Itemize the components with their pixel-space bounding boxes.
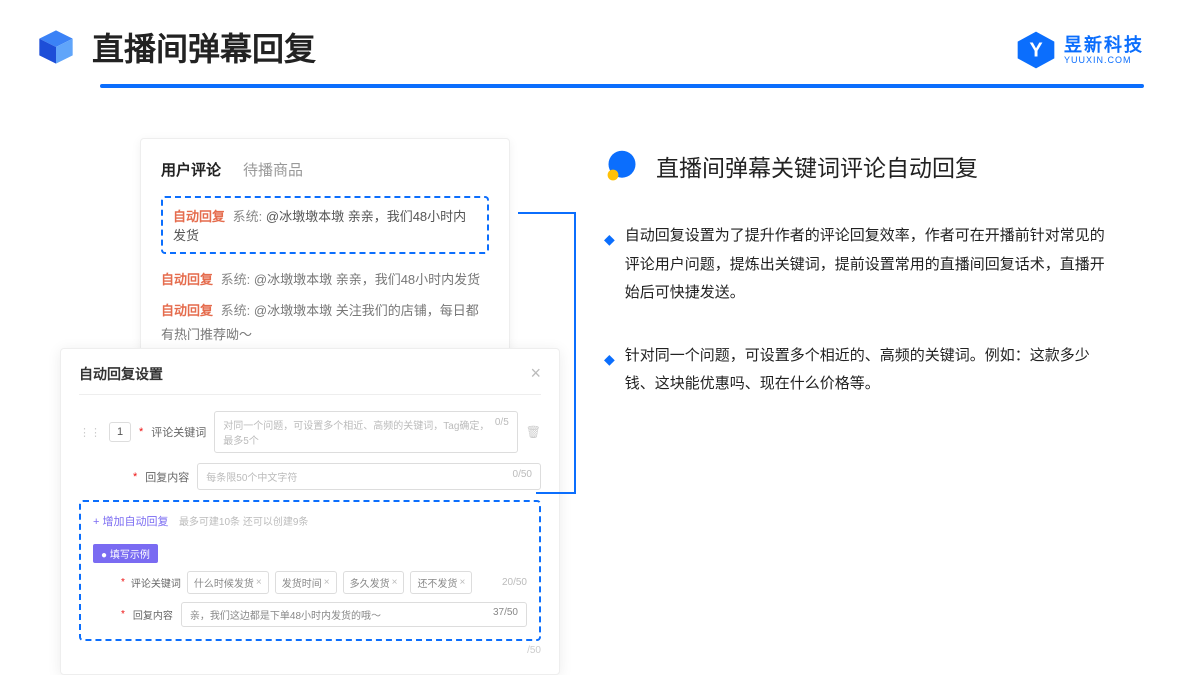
system-tag: 系统: bbox=[221, 303, 251, 318]
brand-name: 昱新科技 bbox=[1064, 36, 1144, 54]
tab-user-comments[interactable]: 用户评论 bbox=[161, 159, 221, 180]
connector-line bbox=[518, 212, 576, 492]
add-rule-link[interactable]: + 增加自动回复 bbox=[93, 516, 168, 528]
page-title: 直播间弹幕回复 bbox=[92, 24, 316, 70]
keyword-chip[interactable]: 多久发货× bbox=[343, 571, 405, 594]
diamond-icon: ◆ bbox=[604, 226, 615, 308]
chat-bubble-icon bbox=[604, 148, 640, 184]
comment-text: @冰墩墩本墩 亲亲，我们48小时内发货 bbox=[254, 272, 480, 287]
svg-text:Y: Y bbox=[1029, 40, 1043, 62]
example-reply-input[interactable]: 亲，我们这边都是下单48小时内发货的哦～37/50 bbox=[181, 602, 527, 627]
comment-item: 自动回复 系统: @冰墩墩本墩 亲亲，我们48小时内发货 bbox=[161, 268, 489, 293]
auto-reply-tag: 自动回复 bbox=[161, 303, 213, 318]
rule-limit-hint: 最多可建10条 还可以创建9条 bbox=[179, 517, 308, 528]
section-title: 直播间弹幕关键词评论自动回复 bbox=[656, 149, 978, 183]
chip-count: 20/50 bbox=[502, 577, 527, 588]
example-reply-label: 回复内容 bbox=[133, 607, 173, 622]
brand-url: YUUXIN.COM bbox=[1064, 56, 1144, 65]
char-limit: /50 bbox=[79, 645, 541, 656]
keyword-label: 评论关键词 bbox=[151, 424, 206, 440]
auto-reply-tag: 自动回复 bbox=[173, 209, 225, 224]
brand-logo: Y 昱新科技 YUUXIN.COM bbox=[1016, 30, 1144, 70]
bullet-point: ◆ 自动回复设置为了提升作者的评论回复效率，作者可在开播前针对常见的评论用户问题… bbox=[604, 222, 1114, 308]
keyword-chip[interactable]: 还不发货× bbox=[410, 571, 472, 594]
reply-label: 回复内容 bbox=[145, 469, 189, 485]
bullet-point: ◆ 针对同一个问题，可设置多个相近的、高频的关键词。例如：这款多少钱、这块能优惠… bbox=[604, 342, 1114, 399]
reply-input[interactable]: 每条限50个中文字符0/50 bbox=[197, 463, 541, 490]
diamond-icon: ◆ bbox=[604, 346, 615, 399]
keyword-chip[interactable]: 发货时间× bbox=[275, 571, 337, 594]
comment-item: 自动回复 系统: @冰墩墩本墩 关注我们的店铺，每日都有热门推荐呦～ bbox=[161, 299, 489, 348]
auto-reply-tag: 自动回复 bbox=[161, 272, 213, 287]
connector-line bbox=[536, 492, 576, 494]
highlighted-comment: 自动回复 系统: @冰墩墩本墩 亲亲，我们48小时内发货 bbox=[161, 196, 489, 254]
tab-products[interactable]: 待播商品 bbox=[243, 159, 303, 180]
keyword-chip[interactable]: 什么时候发货× bbox=[187, 571, 269, 594]
system-tag: 系统: bbox=[221, 272, 251, 287]
panel-title: 自动回复设置 bbox=[79, 364, 163, 384]
system-tag: 系统: bbox=[233, 209, 263, 224]
keyword-input[interactable]: 对同一个问题，可设置多个相近、高频的关键词，Tag确定，最多5个0/5 bbox=[214, 411, 517, 453]
comments-panel: 用户评论 待播商品 自动回复 系统: @冰墩墩本墩 亲亲，我们48小时内发货 自… bbox=[140, 138, 510, 375]
auto-reply-settings-panel: 自动回复设置 × ⋮⋮ 1 * 评论关键词 对同一个问题，可设置多个相近、高频的… bbox=[60, 348, 560, 675]
example-keyword-label: 评论关键词 bbox=[131, 575, 181, 590]
cube-icon bbox=[36, 27, 76, 67]
brand-icon: Y bbox=[1016, 30, 1056, 70]
example-badge: ● 填写示例 bbox=[93, 544, 158, 563]
rule-number: 1 bbox=[109, 422, 131, 442]
example-section: + 增加自动回复 最多可建10条 还可以创建9条 ● 填写示例 * 评论关键词 … bbox=[79, 500, 541, 641]
